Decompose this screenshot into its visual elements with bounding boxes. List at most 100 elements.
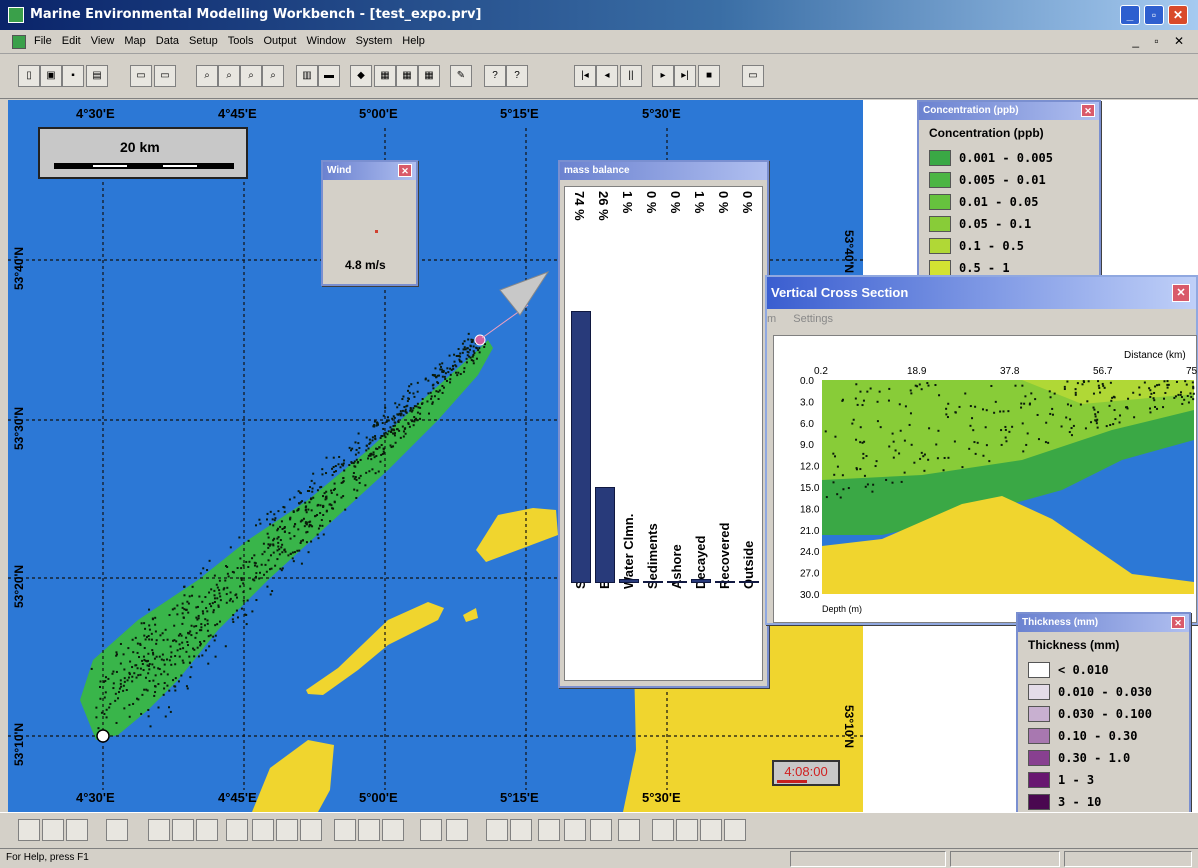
- mass-balance-titlebar[interactable]: mass balance: [560, 162, 767, 180]
- tool-icon[interactable]: [42, 819, 64, 841]
- cross-section-titlebar[interactable]: Vertical Cross Section ✕: [767, 277, 1196, 309]
- menu-item[interactable]: Tools: [228, 35, 254, 47]
- particle: [463, 367, 466, 370]
- cross-section-menu-item[interactable]: m: [767, 313, 776, 325]
- cross-section-menu-settings[interactable]: Settings: [793, 313, 833, 325]
- tool-icon[interactable]: [382, 819, 404, 841]
- tool-icon[interactable]: [172, 819, 194, 841]
- particle: [104, 679, 107, 682]
- menu-item[interactable]: Setup: [189, 35, 218, 47]
- tool-icon[interactable]: [18, 819, 40, 841]
- wind-window[interactable]: Wind ✕ 4.8 m/s: [321, 160, 418, 286]
- zoom-icon[interactable]: ⌕: [196, 65, 218, 87]
- open-icon[interactable]: ▣: [40, 65, 62, 87]
- close-button[interactable]: ✕: [1168, 5, 1188, 25]
- thickness-close-icon[interactable]: ✕: [1171, 616, 1185, 629]
- tool-icon[interactable]: [196, 819, 218, 841]
- particle: [310, 497, 313, 500]
- pause-icon[interactable]: ||: [620, 65, 642, 87]
- tool-icon[interactable]: [564, 819, 586, 841]
- particle: [127, 647, 130, 650]
- menu-item[interactable]: Data: [156, 35, 179, 47]
- wind-window-titlebar[interactable]: Wind ✕: [323, 162, 416, 180]
- concentration-close-icon[interactable]: ✕: [1081, 104, 1095, 117]
- tool-icon[interactable]: [724, 819, 746, 841]
- menu-item[interactable]: View: [91, 35, 115, 47]
- pen-icon[interactable]: ✎: [450, 65, 472, 87]
- menu-item[interactable]: File: [34, 35, 52, 47]
- stop-icon[interactable]: ■: [698, 65, 720, 87]
- record-icon[interactable]: ▭: [742, 65, 764, 87]
- tool-icon[interactable]: [420, 819, 442, 841]
- mdi-controls[interactable]: _ ▫ ✕: [1132, 34, 1190, 48]
- tool-icon[interactable]: [652, 819, 674, 841]
- tool-icon[interactable]: [590, 819, 612, 841]
- copy-icon[interactable]: ▭: [130, 65, 152, 87]
- particle: [236, 567, 239, 570]
- concentration-legend-window[interactable]: Concentration (ppb) ✕ Concentration (ppb…: [917, 100, 1101, 278]
- help-icon[interactable]: ?: [484, 65, 506, 87]
- print-icon[interactable]: ▤: [86, 65, 108, 87]
- depth-tick: 3.0: [800, 397, 814, 408]
- db-icon[interactable]: ▦: [374, 65, 396, 87]
- next-frame-icon[interactable]: ▸: [652, 65, 674, 87]
- box-icon[interactable]: ◆: [350, 65, 372, 87]
- tool-icon[interactable]: [334, 819, 356, 841]
- tool-icon[interactable]: [106, 819, 128, 841]
- menu-item[interactable]: Map: [124, 35, 145, 47]
- tool-icon[interactable]: [252, 819, 274, 841]
- tool-icon[interactable]: [276, 819, 298, 841]
- tool-icon[interactable]: [676, 819, 698, 841]
- tool-icon[interactable]: [618, 819, 640, 841]
- particle: [384, 436, 387, 439]
- db3-icon[interactable]: ▦: [418, 65, 440, 87]
- minimize-button[interactable]: _: [1120, 5, 1140, 25]
- particle: [1000, 443, 1003, 446]
- mass-balance-window[interactable]: mass balance 74 %Surface26 %Evaporated1 …: [558, 160, 769, 688]
- menu-item[interactable]: Window: [306, 35, 345, 47]
- menu-item[interactable]: Edit: [62, 35, 81, 47]
- grid-icon[interactable]: ▥: [296, 65, 318, 87]
- scale-bar[interactable]: 20 km: [38, 127, 248, 179]
- tool-icon[interactable]: [700, 819, 722, 841]
- tool-icon[interactable]: [486, 819, 508, 841]
- concentration-legend-titlebar[interactable]: Concentration (ppb) ✕: [919, 102, 1099, 120]
- tool-icon[interactable]: [66, 819, 88, 841]
- prev-frame-icon[interactable]: ◂: [596, 65, 618, 87]
- tool-icon[interactable]: [538, 819, 560, 841]
- paste-icon[interactable]: ▭: [154, 65, 176, 87]
- tool-icon[interactable]: [446, 819, 468, 841]
- particle: [348, 464, 351, 467]
- zoom-in-icon[interactable]: ⌕: [218, 65, 240, 87]
- particle: [154, 623, 157, 626]
- tool-icon[interactable]: [510, 819, 532, 841]
- menu-item[interactable]: Help: [402, 35, 425, 47]
- new-icon[interactable]: ▯: [18, 65, 40, 87]
- menu-item[interactable]: System: [356, 35, 393, 47]
- tool-icon[interactable]: [148, 819, 170, 841]
- vertical-cross-section-window[interactable]: Vertical Cross Section ✕ m Settings Dist…: [765, 275, 1198, 625]
- particle: [1154, 405, 1157, 408]
- context-help-icon[interactable]: ?: [506, 65, 528, 87]
- layer-icon[interactable]: ▬: [318, 65, 340, 87]
- tool-icon[interactable]: [300, 819, 322, 841]
- legend-label: 0.1 - 0.5: [959, 239, 1025, 253]
- document-icon[interactable]: [12, 35, 26, 49]
- thickness-legend-titlebar[interactable]: Thickness (mm) ✕: [1018, 614, 1189, 632]
- maximize-button[interactable]: ▫: [1144, 5, 1164, 25]
- first-frame-icon[interactable]: |◂: [574, 65, 596, 87]
- save-icon[interactable]: ▪: [62, 65, 84, 87]
- wind-close-icon[interactable]: ✕: [398, 164, 412, 177]
- cross-section-close-icon[interactable]: ✕: [1172, 284, 1190, 302]
- particle: [1186, 394, 1189, 397]
- zoom-out-icon[interactable]: ⌕: [240, 65, 262, 87]
- zoom-full-icon[interactable]: ⌕: [262, 65, 284, 87]
- db2-icon[interactable]: ▦: [396, 65, 418, 87]
- tool-icon[interactable]: [226, 819, 248, 841]
- last-frame-icon[interactable]: ▸|: [674, 65, 696, 87]
- tool-icon[interactable]: [358, 819, 380, 841]
- menu-item[interactable]: Output: [263, 35, 296, 47]
- particle: [182, 647, 185, 650]
- thickness-legend-window[interactable]: Thickness (mm) ✕ Thickness (mm) < 0.010 0…: [1016, 612, 1191, 844]
- legend-label: 3 - 10: [1058, 795, 1102, 809]
